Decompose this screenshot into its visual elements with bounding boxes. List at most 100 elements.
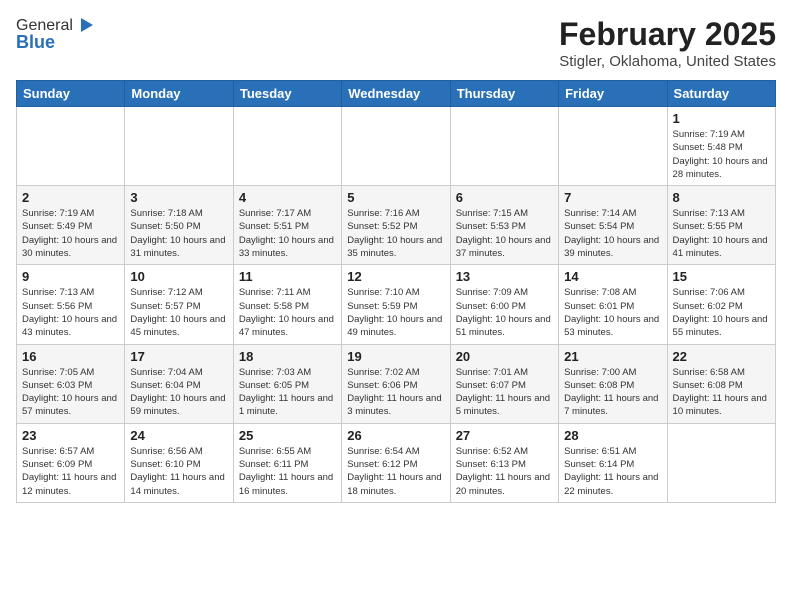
day-number: 6 [456,190,553,205]
calendar-cell: 1Sunrise: 7:19 AM Sunset: 5:48 PM Daylig… [667,107,775,186]
calendar-cell: 20Sunrise: 7:01 AM Sunset: 6:07 PM Dayli… [450,344,558,423]
day-info: Sunrise: 7:06 AM Sunset: 6:02 PM Dayligh… [673,286,770,339]
calendar-title: February 2025 [559,16,776,53]
day-info: Sunrise: 7:13 AM Sunset: 5:55 PM Dayligh… [673,207,770,260]
day-number: 15 [673,269,770,284]
page-header: General Blue February 2025 Stigler, Okla… [16,16,776,70]
calendar-cell [342,107,450,186]
day-info: Sunrise: 7:14 AM Sunset: 5:54 PM Dayligh… [564,207,661,260]
calendar-row-1: 1Sunrise: 7:19 AM Sunset: 5:48 PM Daylig… [17,107,776,186]
day-info: Sunrise: 7:04 AM Sunset: 6:04 PM Dayligh… [130,366,227,419]
calendar-cell [17,107,125,186]
day-info: Sunrise: 7:19 AM Sunset: 5:48 PM Dayligh… [673,128,770,181]
calendar-table: SundayMondayTuesdayWednesdayThursdayFrid… [16,80,776,503]
day-info: Sunrise: 7:01 AM Sunset: 6:07 PM Dayligh… [456,366,553,419]
calendar-row-3: 9Sunrise: 7:13 AM Sunset: 5:56 PM Daylig… [17,265,776,344]
calendar-cell: 9Sunrise: 7:13 AM Sunset: 5:56 PM Daylig… [17,265,125,344]
calendar-cell: 22Sunrise: 6:58 AM Sunset: 6:08 PM Dayli… [667,344,775,423]
calendar-cell: 26Sunrise: 6:54 AM Sunset: 6:12 PM Dayli… [342,423,450,502]
day-info: Sunrise: 7:11 AM Sunset: 5:58 PM Dayligh… [239,286,336,339]
logo-icon [75,14,97,36]
day-number: 8 [673,190,770,205]
calendar-cell: 2 Sunrise: 7:19 AM Sunset: 5:49 PM Daylig… [17,186,125,265]
calendar-cell: 18 Sunrise: 7:03 AM Sunset: 6:05 PM Dayli… [233,344,341,423]
calendar-cell [667,423,775,502]
day-info: Sunrise: 6:54 AM Sunset: 6:12 PM Dayligh… [347,445,444,498]
day-number: 3 [130,190,227,205]
calendar-cell [233,107,341,186]
day-info: Sunrise: 7:12 AM Sunset: 5:57 PM Dayligh… [130,286,227,339]
day-info: Sunrise: 7:09 AM Sunset: 6:00 PM Dayligh… [456,286,553,339]
weekday-header-sunday: Sunday [17,81,125,107]
weekday-header-thursday: Thursday [450,81,558,107]
calendar-cell: 17Sunrise: 7:04 AM Sunset: 6:04 PM Dayli… [125,344,233,423]
day-info: Sunrise: 7:02 AM Sunset: 6:06 PM Dayligh… [347,366,444,419]
logo: General Blue [16,16,97,53]
day-info: Sunrise: 7:13 AM Sunset: 5:56 PM Dayligh… [22,286,119,339]
calendar-cell: 12 Sunrise: 7:10 AM Sunset: 5:59 PM Dayli… [342,265,450,344]
calendar-cell: 25 Sunrise: 6:55 AM Sunset: 6:11 PM Dayli… [233,423,341,502]
weekday-header-saturday: Saturday [667,81,775,107]
calendar-cell: 24 Sunrise: 6:56 AM Sunset: 6:10 PM Dayli… [125,423,233,502]
day-number: 12 [347,269,444,284]
calendar-cell: 16Sunrise: 7:05 AM Sunset: 6:03 PM Dayli… [17,344,125,423]
day-info: Sunrise: 6:56 AM Sunset: 6:10 PM Dayligh… [130,445,227,498]
calendar-cell: 7 Sunrise: 7:14 AM Sunset: 5:54 PM Daylig… [559,186,667,265]
weekday-header-monday: Monday [125,81,233,107]
calendar-cell [125,107,233,186]
title-block: February 2025 Stigler, Oklahoma, United … [559,16,776,70]
weekday-header-friday: Friday [559,81,667,107]
calendar-cell: 6Sunrise: 7:15 AM Sunset: 5:53 PM Daylig… [450,186,558,265]
calendar-cell: 27Sunrise: 6:52 AM Sunset: 6:13 PM Dayli… [450,423,558,502]
calendar-cell: 15 Sunrise: 7:06 AM Sunset: 6:02 PM Dayli… [667,265,775,344]
day-info: Sunrise: 7:16 AM Sunset: 5:52 PM Dayligh… [347,207,444,260]
calendar-subtitle: Stigler, Oklahoma, United States [559,53,776,70]
day-number: 13 [456,269,553,284]
calendar-cell [450,107,558,186]
calendar-row-4: 16Sunrise: 7:05 AM Sunset: 6:03 PM Dayli… [17,344,776,423]
day-number: 25 [239,428,336,443]
day-number: 23 [22,428,119,443]
day-number: 11 [239,269,336,284]
day-number: 5 [347,190,444,205]
day-info: Sunrise: 6:57 AM Sunset: 6:09 PM Dayligh… [22,445,119,498]
day-number: 28 [564,428,661,443]
calendar-cell: 4 Sunrise: 7:17 AM Sunset: 5:51 PM Daylig… [233,186,341,265]
weekday-header-row: SundayMondayTuesdayWednesdayThursdayFrid… [17,81,776,107]
calendar-cell: 11 Sunrise: 7:11 AM Sunset: 5:58 PM Dayli… [233,265,341,344]
day-info: Sunrise: 7:08 AM Sunset: 6:01 PM Dayligh… [564,286,661,339]
day-number: 4 [239,190,336,205]
day-number: 18 [239,349,336,364]
day-info: Sunrise: 7:10 AM Sunset: 5:59 PM Dayligh… [347,286,444,339]
day-info: Sunrise: 7:05 AM Sunset: 6:03 PM Dayligh… [22,366,119,419]
day-info: Sunrise: 7:00 AM Sunset: 6:08 PM Dayligh… [564,366,661,419]
calendar-cell: 23 Sunrise: 6:57 AM Sunset: 6:09 PM Dayli… [17,423,125,502]
day-number: 7 [564,190,661,205]
calendar-cell: 5 Sunrise: 7:16 AM Sunset: 5:52 PM Daylig… [342,186,450,265]
day-number: 21 [564,349,661,364]
day-number: 10 [130,269,227,284]
weekday-header-wednesday: Wednesday [342,81,450,107]
day-info: Sunrise: 6:51 AM Sunset: 6:14 PM Dayligh… [564,445,661,498]
logo-blue-text: Blue [16,32,55,53]
calendar-cell: 14 Sunrise: 7:08 AM Sunset: 6:01 PM Dayli… [559,265,667,344]
weekday-header-tuesday: Tuesday [233,81,341,107]
calendar-cell: 8 Sunrise: 7:13 AM Sunset: 5:55 PM Daylig… [667,186,775,265]
day-info: Sunrise: 6:58 AM Sunset: 6:08 PM Dayligh… [673,366,770,419]
calendar-cell: 19 Sunrise: 7:02 AM Sunset: 6:06 PM Dayli… [342,344,450,423]
calendar-row-2: 2 Sunrise: 7:19 AM Sunset: 5:49 PM Daylig… [17,186,776,265]
day-number: 24 [130,428,227,443]
day-info: Sunrise: 7:17 AM Sunset: 5:51 PM Dayligh… [239,207,336,260]
calendar-cell: 3Sunrise: 7:18 AM Sunset: 5:50 PM Daylig… [125,186,233,265]
calendar-cell: 10 Sunrise: 7:12 AM Sunset: 5:57 PM Dayli… [125,265,233,344]
day-number: 19 [347,349,444,364]
calendar-cell: 28 Sunrise: 6:51 AM Sunset: 6:14 PM Dayli… [559,423,667,502]
day-info: Sunrise: 7:19 AM Sunset: 5:49 PM Dayligh… [22,207,119,260]
day-info: Sunrise: 6:55 AM Sunset: 6:11 PM Dayligh… [239,445,336,498]
calendar-cell: 21 Sunrise: 7:00 AM Sunset: 6:08 PM Dayli… [559,344,667,423]
day-number: 14 [564,269,661,284]
calendar-cell [559,107,667,186]
day-info: Sunrise: 7:03 AM Sunset: 6:05 PM Dayligh… [239,366,336,419]
day-number: 2 [22,190,119,205]
calendar-cell: 13 Sunrise: 7:09 AM Sunset: 6:00 PM Dayli… [450,265,558,344]
